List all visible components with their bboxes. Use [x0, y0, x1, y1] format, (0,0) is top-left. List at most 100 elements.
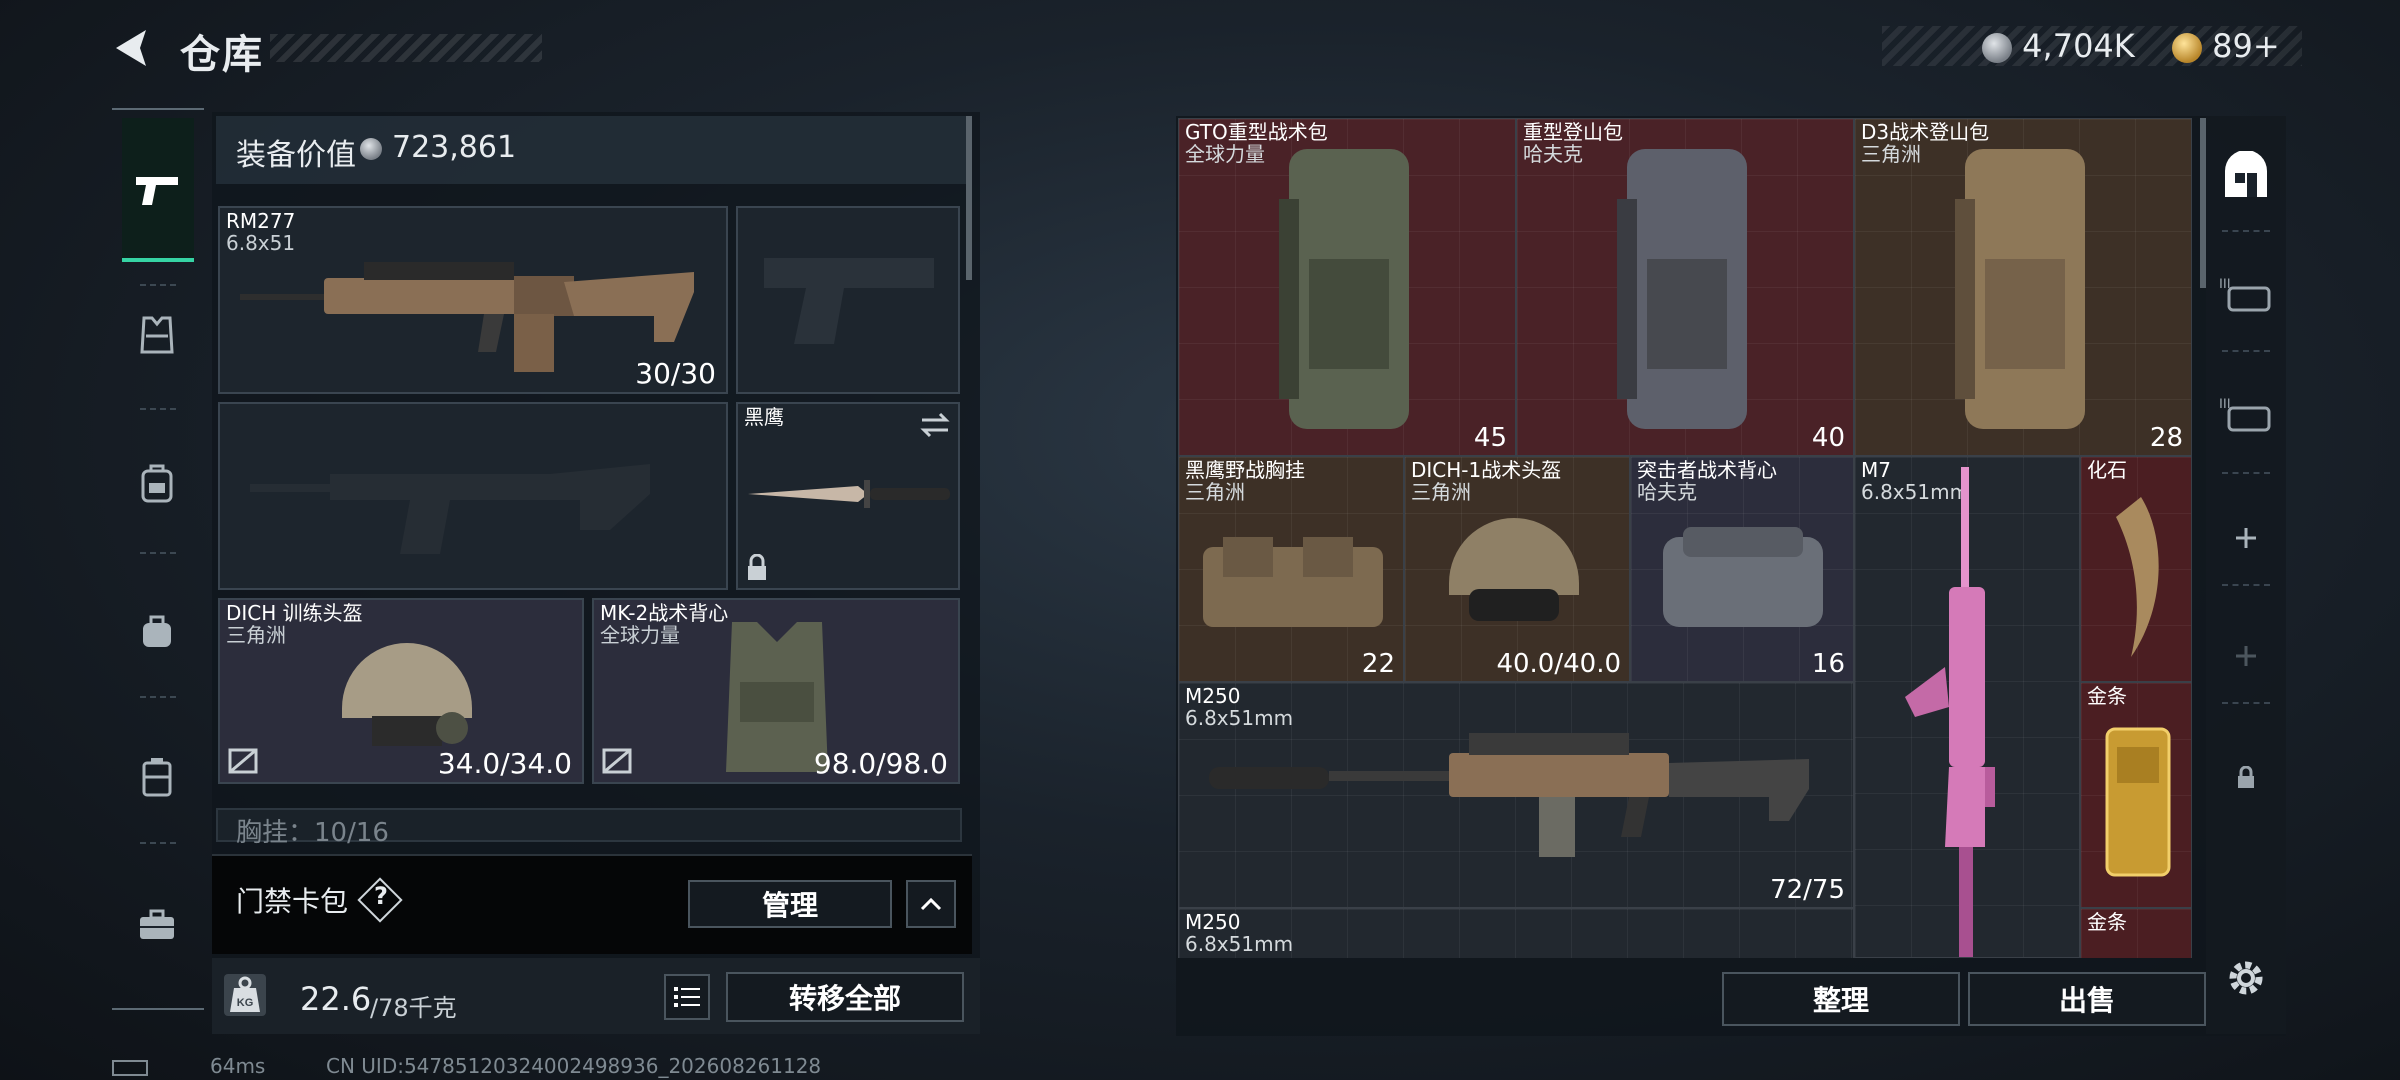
vest-image [1663, 527, 1823, 627]
stash-item-rifle[interactable]: M7 6.8x51mm [1854, 456, 2080, 958]
swap-icon[interactable] [920, 412, 950, 438]
settings-icon [2229, 961, 2263, 995]
capacity: 16 [1811, 649, 1845, 679]
capacity: 45 [1473, 423, 1507, 453]
stash-tab-3[interactable]: III [2208, 376, 2284, 452]
add-stash-button[interactable] [2208, 500, 2284, 576]
primary-weapon-slot[interactable]: RM277 6.8x51 30/30 [218, 206, 728, 394]
melee-slot[interactable]: 黑鹰 [736, 402, 960, 590]
backpack-image [1279, 149, 1409, 429]
locked-stash-tab[interactable] [2208, 740, 2284, 816]
equipment-value-label: 装备价值 [236, 138, 356, 173]
capacity: 22 [1361, 649, 1395, 679]
list-icon [674, 987, 700, 1007]
item-name: 突击者战术背心 [1637, 458, 1777, 482]
sidebar-tab-weapons[interactable] [122, 154, 192, 224]
knife-image [748, 480, 950, 508]
durability: 34.0/34.0 [437, 747, 572, 780]
durability: 98.0/98.0 [813, 747, 948, 780]
loadout-scrollbar[interactable] [966, 116, 972, 280]
item-name: MK-2战术背心 [600, 601, 729, 625]
stash-item-backpack[interactable]: 重型登山包 哈夫克 40 [1516, 118, 1854, 456]
manage-button[interactable]: 管理 [688, 880, 892, 928]
max-weight: /78千克 [370, 994, 457, 1022]
transfer-all-button[interactable]: 转移全部 [726, 972, 964, 1022]
item-maker: 6.8x51mm [1185, 932, 1294, 956]
ammo-count: 72/75 [1770, 875, 1845, 905]
backpack-image [1617, 149, 1747, 429]
current-weight: 22.6 [300, 980, 372, 1018]
no-insure-icon [602, 748, 632, 774]
item-name: RM277 [226, 209, 296, 233]
stash-item-machine-gun[interactable]: M250 6.8x51mm 72/75 [1178, 682, 1854, 908]
item-name: M250 [1185, 684, 1241, 708]
briefcase-icon [140, 909, 174, 939]
list-view-button[interactable] [664, 974, 710, 1020]
gold-bar-image [2105, 727, 2171, 877]
item-name: 黑鹰野战胸挂 [1185, 458, 1305, 482]
gold-coin-icon [2172, 33, 2202, 63]
stash-item-helmet[interactable]: DICH-1战术头盔 三角洲 40.0/40.0 [1404, 456, 1630, 682]
title-decoration [270, 34, 542, 62]
rifle-placeholder-icon [250, 464, 650, 554]
settings-button[interactable] [2208, 940, 2284, 1016]
back-button[interactable] [110, 26, 150, 70]
item-maker: 全球力量 [1185, 142, 1265, 166]
item-maker: 全球力量 [600, 623, 680, 647]
collapse-button[interactable] [906, 880, 956, 928]
item-maker: 三角洲 [226, 623, 286, 647]
item-name: 化石 [2087, 458, 2127, 482]
stash-home-icon [2225, 151, 2267, 197]
add-icon [2236, 528, 2256, 548]
capacity: 28 [2149, 423, 2183, 453]
sidebar-tab-armor[interactable] [122, 300, 192, 370]
durability: 40.0/40.0 [1496, 649, 1621, 679]
helmet-image [1449, 518, 1579, 621]
chest-rig-icon [142, 758, 172, 797]
chevron-up-icon [920, 897, 942, 911]
case-tier3-icon: III [2219, 395, 2271, 432]
armor-slot[interactable]: MK-2战术背心 全球力量 98.0/98.0 [592, 598, 960, 784]
stash-item-gold-bar[interactable]: 金条 [2080, 908, 2192, 958]
armor-icon [140, 316, 174, 354]
pistol-placeholder-icon [764, 258, 934, 344]
helmet-image [342, 643, 472, 746]
stash-item-gold-bar[interactable]: 金条 [2080, 682, 2192, 908]
help-icon-glyph: ? [374, 882, 388, 910]
lock-icon [748, 554, 766, 580]
add-stash-button-disabled[interactable] [2208, 618, 2284, 694]
sidebar-tab-bag[interactable] [122, 596, 192, 666]
equipment-value: 723,861 [392, 130, 517, 165]
stash-tab-2[interactable]: III [2208, 256, 2284, 332]
item-maker: 三角洲 [1185, 480, 1245, 504]
backpack-icon [141, 464, 173, 503]
stash-item-chest-rig[interactable]: 黑鹰野战胸挂 三角洲 22 [1178, 456, 1404, 682]
sidebar-tab-case[interactable] [122, 890, 192, 960]
stash-item-backpack[interactable]: D3战术登山包 三角洲 28 [1854, 118, 2192, 456]
gold-currency[interactable]: 89+ [2172, 26, 2280, 66]
machine-gun-image [1209, 733, 1809, 857]
silver-currency[interactable]: 4,704K [1982, 26, 2135, 66]
stash-item-backpack[interactable]: GTO重型战术包 全球力量 45 [1178, 118, 1516, 456]
sidebar-tab-chest-rig[interactable] [122, 742, 192, 812]
no-insure-icon [228, 748, 258, 774]
stash-item-machine-gun[interactable]: M250 6.8x51mm [1178, 908, 1854, 958]
sidebar-tab-backpack[interactable] [122, 448, 192, 518]
pistol-icon [136, 177, 178, 205]
fossil-image [2116, 497, 2159, 657]
sidearm-slot[interactable] [736, 206, 960, 394]
secondary-weapon-slot[interactable] [218, 402, 728, 590]
stash-item-fossil[interactable]: 化石 [2080, 456, 2192, 682]
lock-icon [2238, 766, 2254, 788]
helmet-slot[interactable]: DICH 训练头盔 三角洲 34.0/34.0 [218, 598, 584, 784]
stash-item-vest[interactable]: 突击者战术背心 哈夫克 16 [1630, 456, 1854, 682]
item-maker: 哈夫克 [1523, 142, 1583, 166]
sort-button[interactable]: 整理 [1722, 972, 1960, 1026]
page-title: 仓库 [180, 32, 264, 78]
rifle-image [240, 262, 694, 372]
silver-coin-icon [360, 138, 382, 160]
sell-button[interactable]: 出售 [1968, 972, 2206, 1026]
back-arrow-icon [116, 30, 146, 66]
stash-tab-main[interactable] [2208, 138, 2284, 214]
battery-icon [112, 1060, 148, 1076]
